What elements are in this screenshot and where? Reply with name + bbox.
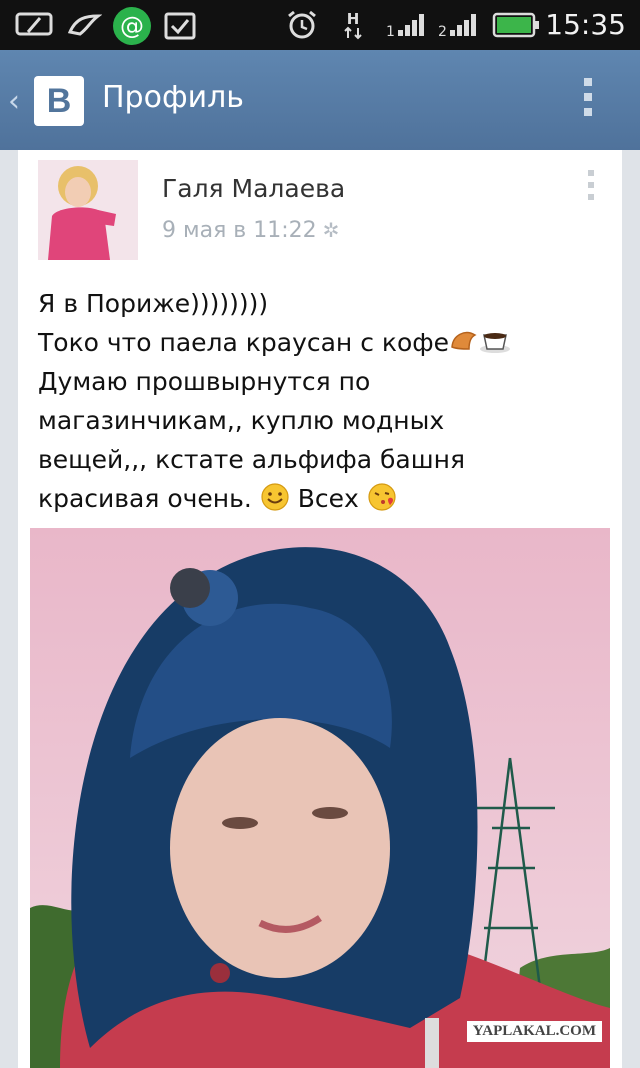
watermark: YAPLAKAL.COM <box>466 1021 602 1042</box>
app-header: ‹ В Профиль <box>0 50 640 150</box>
post-menu-icon[interactable] <box>588 170 596 210</box>
battery-icon <box>492 12 539 38</box>
croissant-emoji-icon <box>451 331 477 350</box>
smile-emoji-icon <box>261 483 289 511</box>
vk-logo[interactable]: В <box>34 76 84 126</box>
post-photo-image <box>30 528 610 1068</box>
post-date: 9 мая в 11:22 ✲ <box>162 218 340 243</box>
network-h-icon: H <box>344 10 362 40</box>
gear-icon: ✲ <box>322 218 340 242</box>
status-bar: @ H 1 2 15:35 <box>0 0 640 50</box>
post-line: вещей,,, кстате альфифа башня <box>38 445 465 474</box>
svg-text:1: 1 <box>386 24 395 40</box>
overflow-menu-icon[interactable] <box>584 78 594 124</box>
bird-icon <box>67 14 102 36</box>
post-line: красивая очень. Всех <box>38 479 608 518</box>
svg-text:2: 2 <box>438 24 447 40</box>
svg-text:H: H <box>347 10 360 28</box>
post-line: Я в Пориже)))))))) <box>38 289 269 318</box>
post-photo[interactable]: YAPLAKAL.COM <box>30 528 610 1068</box>
status-time: 15:35 <box>545 8 626 41</box>
page-title: Профиль <box>102 80 244 115</box>
post-author[interactable]: Галя Малаева <box>162 174 345 203</box>
post-line: Думаю прошвырнутся по <box>38 367 371 396</box>
avatar[interactable] <box>38 160 138 260</box>
alarm-icon <box>288 10 316 39</box>
at-sign-icon: @ <box>113 7 151 45</box>
post-text: Я в Пориже)))))))) Токо что паела крауса… <box>38 284 608 518</box>
post-card: Галя Малаева 9 мая в 11:22 ✲ Я в Пориже))… <box>18 150 622 1068</box>
clipboard-check-icon <box>164 12 196 40</box>
message-icon <box>15 12 53 36</box>
post-line: Токо что паела краусан с кофе <box>38 323 608 362</box>
svg-text:@: @ <box>120 12 144 40</box>
coffee-emoji-icon <box>480 333 511 353</box>
kiss-emoji-icon <box>368 483 396 511</box>
post-line: магазинчикам,, куплю модных <box>38 406 445 435</box>
signal-2-icon: 2 <box>438 14 476 40</box>
avatar-image <box>38 160 138 260</box>
back-chevron-icon[interactable]: ‹ <box>8 84 20 119</box>
signal-1-icon: 1 <box>386 14 424 40</box>
